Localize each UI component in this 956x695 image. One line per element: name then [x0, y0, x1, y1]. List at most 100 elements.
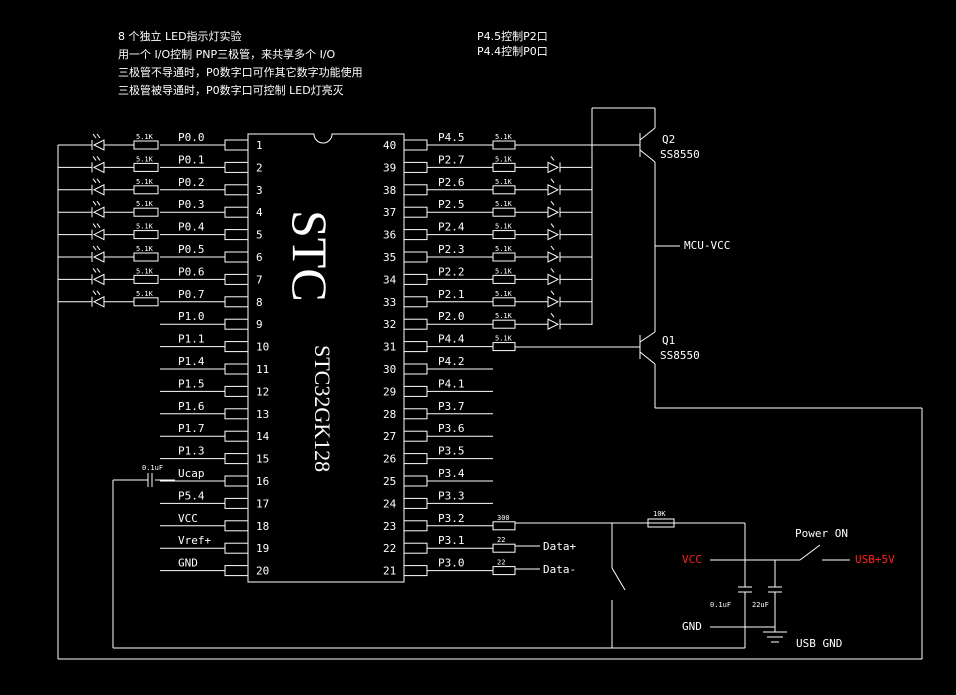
right-pin: 38 P2.6 [383, 176, 493, 197]
pin-name: P0.1 [178, 153, 205, 166]
led-row-left: 5.1K [58, 267, 159, 286]
led-row-left: 5.1K [58, 223, 159, 241]
led-row-right: 5.1K [492, 335, 516, 352]
pin-number: 29 [383, 385, 396, 398]
pin-number: 32 [383, 318, 396, 331]
pin-name: P0.2 [178, 176, 205, 189]
resistor-label: 5.1K [495, 133, 513, 141]
right-pin: 33 P2.1 [383, 288, 493, 309]
pin-number: 15 [256, 453, 269, 466]
pin-name: P1.3 [178, 445, 205, 458]
pin-name: P4.2 [438, 355, 465, 368]
right-pin: 34 P2.2 [383, 265, 493, 286]
data-resistor: 300 [492, 514, 516, 531]
resistor-label: 5.1K [495, 223, 513, 231]
led-resistor-label: 5.1K [136, 223, 154, 231]
chip-brand: STC [282, 210, 338, 302]
pin-number: 20 [256, 565, 269, 578]
pin-name: P4.1 [438, 377, 465, 390]
left-pin: 9 P1.0 [160, 310, 263, 331]
pin-number: 39 [383, 161, 396, 174]
led-row-left: 5.1K [58, 155, 159, 174]
pin-name: P3.5 [438, 445, 465, 458]
note-2: 用一个 I/O控制 PNP三极管，来共享多个 I/O [118, 47, 336, 61]
note-1: 8 个独立 LED指示灯实验 [118, 29, 242, 43]
pin-number: 12 [256, 385, 269, 398]
pin-number: 13 [256, 408, 269, 421]
left-pin: 15 P1.3 [160, 445, 269, 466]
gnd-label: GND [682, 620, 702, 633]
pin-number: 21 [383, 565, 396, 578]
led-row-right: 5.1K [492, 133, 516, 150]
pin-name: P2.5 [438, 198, 465, 211]
power-section: Data+ Data- 10K VCC 0.1uF 22uF Power ON … [515, 510, 895, 650]
right-pin: 31 P4.4 [383, 333, 493, 354]
data-resistor: 22 [492, 536, 516, 553]
left-pin: 11 P1.4 [160, 355, 269, 376]
left-pin: 6 P0.5 [160, 243, 263, 264]
note-p45: P4.5控制P2口 [477, 29, 548, 43]
pin-number: 31 [383, 341, 396, 354]
pin-number: 34 [383, 273, 397, 286]
left-pin: 20 GND [160, 557, 269, 578]
led-row-left: 5.1K [58, 178, 159, 196]
pin-number: 17 [256, 497, 269, 510]
pin-number: 18 [256, 520, 269, 533]
led-resistor-label: 5.1K [136, 133, 154, 141]
pin-name: P2.7 [438, 153, 465, 166]
pin-name: P5.4 [178, 489, 205, 502]
pin-name: P0.6 [178, 265, 205, 278]
pin-name: P1.4 [178, 355, 205, 368]
led-resistor-label: 5.1K [136, 200, 154, 208]
pin-number: 9 [256, 318, 263, 331]
usb-gnd-label: USB GND [796, 637, 842, 650]
pin-number: 36 [383, 229, 396, 242]
left-pin: 14 P1.7 [160, 422, 270, 443]
right-pin: 32 P2.0 [383, 310, 493, 331]
pin-name: P1.1 [178, 333, 205, 346]
pin-name: P1.7 [178, 422, 205, 435]
led-row-right: 5.1K [492, 290, 592, 308]
pin-name: P2.6 [438, 176, 465, 189]
pin-name: P3.3 [438, 489, 465, 502]
led-row-right: 5.1K [492, 178, 592, 196]
led-row-left: 5.1K [58, 245, 159, 263]
pin-number: 24 [383, 497, 397, 510]
right-pin: 23 P3.2 [383, 512, 493, 533]
right-pin: 26 P3.5 [383, 445, 493, 466]
right-pin: 22 P3.1 [383, 534, 493, 555]
pin-number: 33 [383, 296, 396, 309]
c2-label: 22uF [752, 601, 769, 609]
left-pin: 8 P0.7 [160, 288, 263, 309]
pin-number: 11 [256, 363, 269, 376]
pin-name: P2.0 [438, 310, 465, 323]
led-resistor-label: 5.1K [136, 245, 154, 253]
notes: 8 个独立 LED指示灯实验 用一个 I/O控制 PNP三极管，来共享多个 I/… [118, 29, 548, 97]
pin-name: P3.0 [438, 557, 465, 570]
pin-name: P1.0 [178, 310, 205, 323]
data-plus-label: Data+ [543, 540, 576, 553]
pin-name: P3.2 [438, 512, 465, 525]
pin-name: P0.5 [178, 243, 205, 256]
led-row-left: 5.1K [58, 200, 159, 219]
pin-name: VCC [178, 512, 198, 525]
r10k-label: 10K [653, 510, 666, 518]
pin-number: 28 [383, 408, 396, 421]
q1-ref: Q1 [662, 334, 675, 347]
left-pin: 18 VCC [160, 512, 269, 533]
power-on-label: Power ON [795, 527, 848, 540]
q1-type: SS8550 [660, 349, 700, 362]
pin-name: P0.3 [178, 198, 205, 211]
pin-name: P3.4 [438, 467, 465, 480]
pin-number: 23 [383, 520, 396, 533]
pin-name: Ucap [178, 467, 205, 480]
pin-name: P3.6 [438, 422, 465, 435]
left-pin: 5 P0.4 [160, 221, 263, 242]
led-row-right: 5.1K [492, 200, 592, 219]
right-pin: 39 P2.7 [383, 153, 493, 174]
resistor-label: 22 [497, 559, 505, 567]
right-pin: 29 P4.1 [383, 377, 493, 398]
q2-ref: Q2 [662, 133, 675, 146]
pin-number: 19 [256, 542, 269, 555]
pin-number: 5 [256, 229, 263, 242]
